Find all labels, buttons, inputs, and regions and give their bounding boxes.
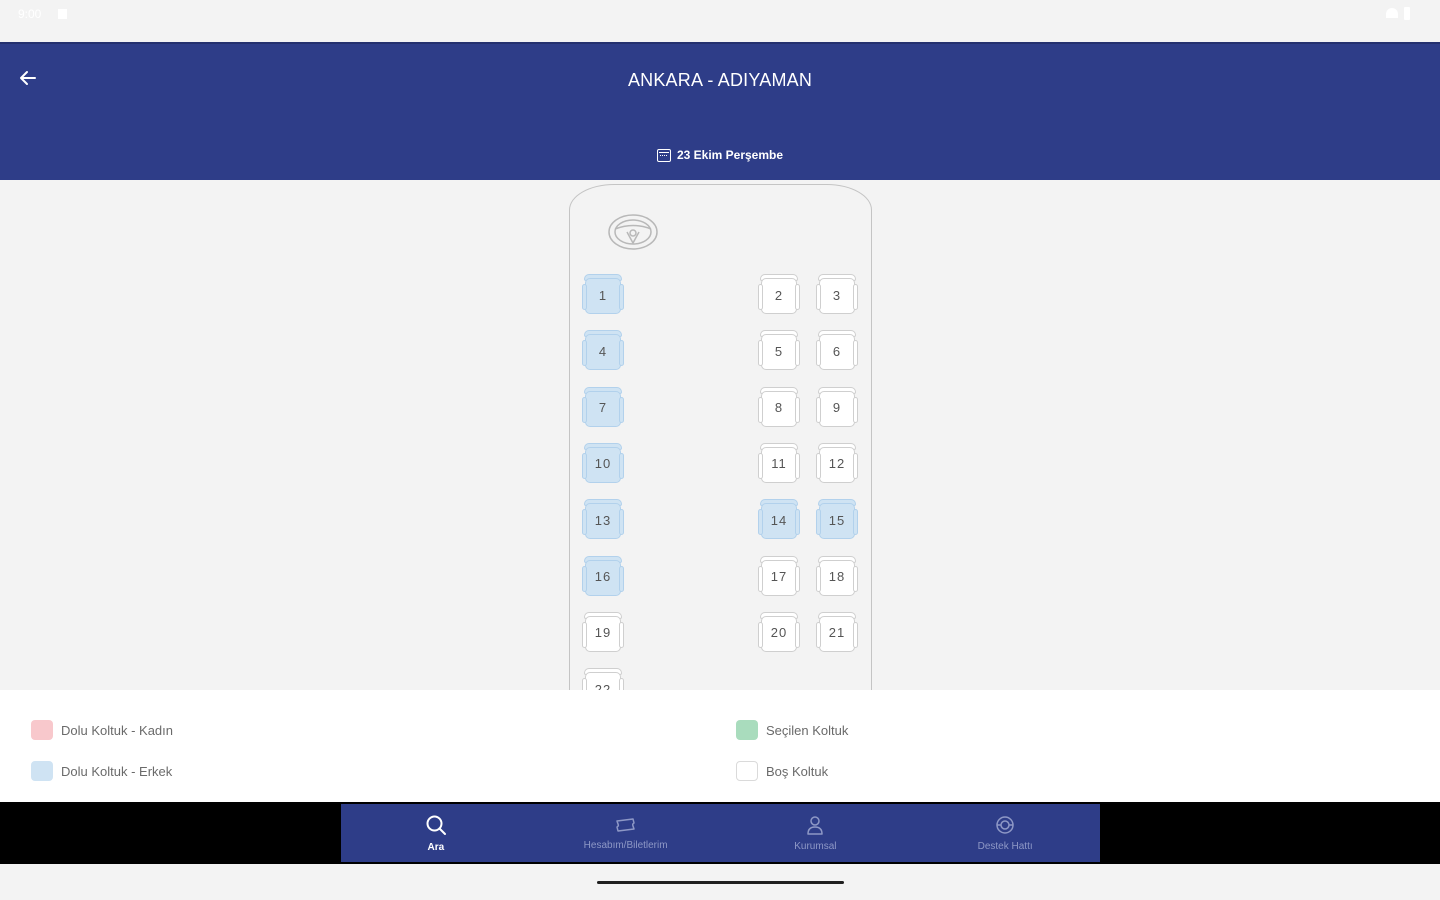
legend-selected: Seçilen Koltuk bbox=[736, 720, 848, 740]
seat-number: 3 bbox=[832, 287, 842, 303]
route-title: ANKARA - ADIYAMAN bbox=[627, 70, 813, 90]
seat-19[interactable]: 19 bbox=[582, 611, 624, 654]
seat-number: 16 bbox=[594, 569, 612, 584]
legend-empty: Boş Koltuk bbox=[736, 761, 828, 781]
nav-corporate-label: Kurumsal bbox=[794, 840, 837, 852]
seat-number: 9 bbox=[832, 400, 842, 416]
seat-17[interactable]: 17 bbox=[758, 555, 800, 598]
legend-selected-label: Seçilen Koltuk bbox=[766, 722, 849, 738]
ticket-icon bbox=[615, 817, 635, 832]
seat-number: 20 bbox=[770, 625, 788, 641]
seat-18[interactable]: 18 bbox=[816, 555, 858, 598]
selected-seat-swatch bbox=[736, 720, 758, 740]
nav-tickets[interactable]: Hesabım/Biletlerim bbox=[531, 804, 721, 862]
bottom-bar: Ara Hesabım/Biletlerim Kurumsal Destek H… bbox=[0, 802, 1440, 864]
nav-corporate[interactable]: Kurumsal bbox=[721, 804, 911, 862]
seat-1: 1 bbox=[582, 274, 624, 316]
seat-number: 15 bbox=[828, 512, 846, 528]
seat-number: 2 bbox=[774, 287, 784, 303]
seat-number: 19 bbox=[594, 625, 612, 641]
trip-date-label: 23 Ekim Perşembe bbox=[676, 148, 784, 162]
seat-20[interactable]: 20 bbox=[758, 611, 800, 654]
seat-8[interactable]: 8 bbox=[758, 386, 800, 429]
calendar-icon bbox=[656, 148, 671, 162]
seat-5[interactable]: 5 bbox=[758, 330, 800, 372]
seat-number: 14 bbox=[770, 512, 788, 528]
seat-11[interactable]: 11 bbox=[758, 442, 800, 485]
status-time: 9:00 bbox=[18, 7, 42, 21]
seat-10: 10 bbox=[582, 442, 624, 485]
wifi-icon bbox=[1386, 8, 1398, 18]
home-gesture-bar[interactable] bbox=[597, 881, 844, 884]
seat-14: 14 bbox=[758, 499, 800, 541]
seat-12[interactable]: 12 bbox=[816, 442, 858, 485]
legend-empty-label: Boş Koltuk bbox=[766, 763, 829, 779]
nav-search[interactable]: Ara bbox=[341, 804, 531, 862]
nav-support-label: Destek Hattı bbox=[977, 840, 1033, 852]
status-bar: 9:00 bbox=[0, 0, 1440, 42]
seat-legend: Dolu Koltuk - Kadın Dolu Koltuk - Erkek … bbox=[0, 690, 1440, 802]
seat-number: 7 bbox=[598, 400, 608, 416]
app-bar: ANKARA - ADIYAMAN 23 Ekim Perşembe bbox=[0, 42, 1440, 180]
seat-number: 13 bbox=[594, 512, 612, 528]
female-seat-swatch bbox=[31, 720, 53, 740]
seat-7: 7 bbox=[582, 386, 624, 429]
seat-number: 12 bbox=[828, 456, 846, 472]
legend-female-label: Dolu Koltuk - Kadın bbox=[61, 722, 174, 738]
seat-map: 1 2 3 4 5 6 7 8 9 10 11 12 13 14 15 16 17 18 19 20 21 22 bbox=[0, 180, 1440, 690]
seat-number: 8 bbox=[774, 400, 784, 416]
person-icon bbox=[807, 815, 824, 835]
seat-number: 5 bbox=[774, 343, 784, 359]
legend-male: Dolu Koltuk - Erkek bbox=[31, 761, 172, 781]
seat-number: 22 bbox=[594, 681, 612, 690]
seat-4: 4 bbox=[582, 330, 624, 372]
seat-13: 13 bbox=[582, 499, 624, 541]
seat-number: 11 bbox=[771, 456, 787, 472]
battery-icon bbox=[1404, 7, 1410, 20]
search-icon bbox=[426, 815, 446, 835]
seat-21[interactable]: 21 bbox=[816, 611, 858, 654]
male-seat-swatch bbox=[31, 761, 53, 781]
seat-number: 6 bbox=[832, 343, 842, 359]
seat-number: 17 bbox=[770, 569, 788, 584]
seat-number: 1 bbox=[598, 287, 608, 303]
seat-2[interactable]: 2 bbox=[758, 274, 800, 316]
gesture-area bbox=[0, 864, 1440, 900]
seat-3[interactable]: 3 bbox=[816, 274, 858, 316]
trip-date: 23 Ekim Perşembe bbox=[0, 148, 1440, 162]
seat-15: 15 bbox=[816, 499, 858, 541]
notification-icon bbox=[58, 9, 67, 19]
legend-male-label: Dolu Koltuk - Erkek bbox=[61, 763, 173, 779]
nav-support[interactable]: Destek Hattı bbox=[910, 804, 1100, 862]
nav-search-label: Ara bbox=[427, 841, 445, 853]
support-icon bbox=[996, 815, 1014, 834]
seat-number: 18 bbox=[828, 569, 846, 584]
seat-number: 4 bbox=[598, 343, 608, 359]
steering-wheel-icon bbox=[608, 214, 658, 250]
nav-tickets-label: Hesabım/Biletlerim bbox=[583, 839, 668, 851]
seat-6[interactable]: 6 bbox=[816, 330, 858, 372]
empty-seat-swatch bbox=[736, 761, 758, 781]
seat-number: 21 bbox=[828, 625, 846, 641]
seat-number: 10 bbox=[594, 456, 612, 472]
legend-female: Dolu Koltuk - Kadın bbox=[31, 720, 173, 740]
bottom-navigation: Ara Hesabım/Biletlerim Kurumsal Destek H… bbox=[341, 804, 1100, 862]
seat-9[interactable]: 9 bbox=[816, 386, 858, 429]
seat-22[interactable]: 22 bbox=[582, 668, 624, 690]
seat-16: 16 bbox=[582, 555, 624, 598]
